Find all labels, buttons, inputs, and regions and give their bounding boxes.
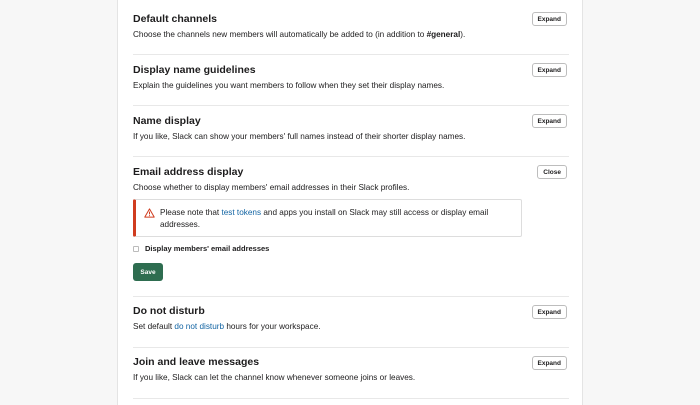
section-description: Choose whether to display members' email… bbox=[133, 183, 410, 192]
display-email-checkbox[interactable] bbox=[133, 246, 139, 252]
section-title: Do not disturb bbox=[133, 305, 205, 317]
settings-page: Default channels Choose the channels new… bbox=[0, 0, 700, 405]
expand-join-leave-messages-button[interactable]: Expand bbox=[531, 356, 567, 370]
warning-triangle-icon bbox=[144, 208, 155, 218]
section-join-leave-messages: Join and leave messages If you like, Sla… bbox=[133, 348, 569, 399]
section-title: Email address display bbox=[133, 166, 244, 178]
display-email-checkbox-label[interactable]: Display members' email addresses bbox=[145, 244, 269, 253]
do-not-disturb-link[interactable]: do not disturb bbox=[174, 322, 224, 331]
close-email-address-display-button[interactable]: Close bbox=[537, 165, 567, 179]
section-do-not-disturb: Do not disturb Set default do not distur… bbox=[133, 297, 569, 348]
notice-text: Please note that test tokens and apps yo… bbox=[160, 208, 489, 229]
settings-card: Default channels Choose the channels new… bbox=[117, 0, 583, 405]
section-description: If you like, Slack can let the channel k… bbox=[133, 373, 416, 382]
email-notice-banner: Please note that test tokens and apps yo… bbox=[133, 199, 522, 237]
expand-do-not-disturb-button[interactable]: Expand bbox=[531, 305, 567, 319]
save-button[interactable]: Save bbox=[133, 263, 163, 281]
section-description: Set default do not disturb hours for you… bbox=[133, 322, 321, 331]
section-title: Join and leave messages bbox=[133, 356, 260, 368]
test-tokens-link[interactable]: test tokens bbox=[221, 208, 261, 217]
section-email-address-display: Email address display Choose whether to … bbox=[133, 0, 569, 297]
